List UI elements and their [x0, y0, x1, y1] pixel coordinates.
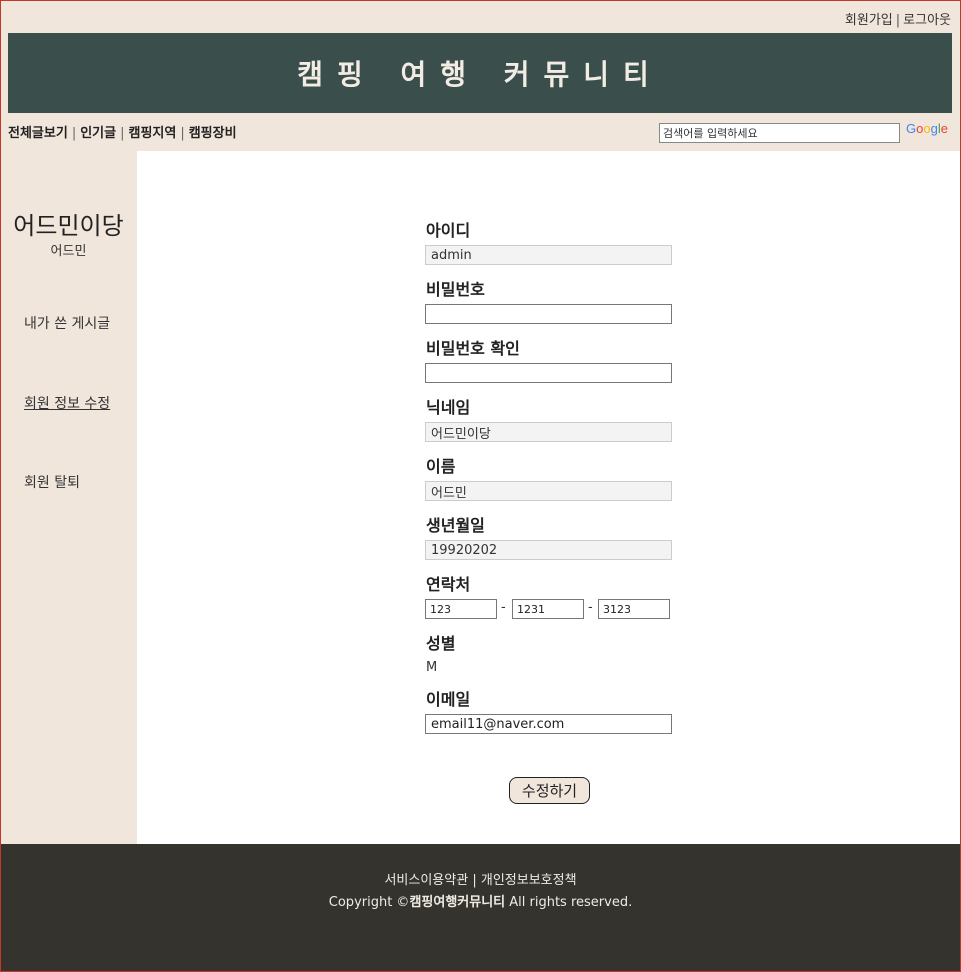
copyright-brand: 캠핑여행커뮤니티 [409, 895, 506, 910]
copyright-suffix: All rights reserved. [505, 895, 633, 910]
gender-value: M [426, 660, 438, 675]
footer-links: 서비스이용약관 | 개인정보보호정책 [0, 869, 961, 888]
site-footer: 서비스이용약관 | 개인정보보호정책 Copyright ©캠핑여행커뮤니티 A… [0, 844, 961, 972]
nav-popular[interactable]: 인기글 [80, 126, 116, 141]
google-logo-letter: g [930, 121, 938, 136]
name-label: 이름 [426, 457, 456, 476]
phone-label: 연락처 [426, 575, 471, 594]
phone-dash: - [501, 600, 506, 615]
separator: | [71, 126, 77, 141]
site-title[interactable]: 캠핑 여행 커뮤니티 [297, 53, 663, 93]
separator: | [472, 873, 477, 888]
profile-nickname: 어드민이당 [13, 212, 124, 240]
google-logo-letter: o [923, 121, 931, 136]
gender-label: 성별 [426, 634, 456, 653]
google-search-logo[interactable]: Google [906, 121, 948, 136]
phone-field-1[interactable] [425, 599, 497, 619]
phone-dash: - [588, 600, 593, 615]
password-field[interactable] [425, 304, 672, 324]
nav-all-posts[interactable]: 전체글보기 [8, 126, 68, 141]
sidebar-item-withdraw[interactable]: 회원 탈퇴 [24, 472, 80, 492]
id-label: 아이디 [426, 221, 471, 240]
password-confirm-label: 비밀번호 확인 [426, 339, 520, 358]
privacy-link[interactable]: 개인정보보호정책 [481, 873, 577, 888]
phone-field-2[interactable] [512, 599, 584, 619]
phone-field-3[interactable] [598, 599, 670, 619]
nav-camping-gear[interactable]: 캠핑장비 [189, 126, 237, 141]
nav-camping-region[interactable]: 캠핑지역 [128, 126, 176, 141]
account-links: 회원가입 | 로그아웃 [845, 9, 951, 28]
submit-edit-button[interactable]: 수정하기 [509, 777, 590, 804]
separator: | [895, 13, 901, 28]
name-field[interactable] [425, 481, 672, 501]
birthdate-label: 생년월일 [426, 516, 485, 535]
site-header: 캠핑 여행 커뮤니티 [8, 33, 952, 113]
password-label: 비밀번호 [426, 280, 485, 299]
google-logo-letter: e [940, 121, 948, 136]
sidebar-item-edit-profile[interactable]: 회원 정보 수정 [24, 393, 110, 413]
copyright-text: Copyright ©캠핑여행커뮤니티 All rights reserved. [0, 891, 961, 910]
main-nav: 전체글보기 | 인기글 | 캠핑지역 | 캠핑장비 [8, 122, 237, 141]
nickname-label: 닉네임 [426, 398, 471, 417]
email-label: 이메일 [426, 690, 471, 709]
profile-name: 어드민 [50, 244, 87, 259]
nickname-field[interactable] [425, 422, 672, 442]
logout-link[interactable]: 로그아웃 [903, 13, 951, 28]
password-confirm-field[interactable] [425, 363, 672, 383]
sidebar-item-my-posts[interactable]: 내가 쓴 게시글 [24, 313, 110, 333]
email-field[interactable] [425, 714, 672, 734]
separator: | [180, 126, 185, 141]
signup-link[interactable]: 회원가입 [845, 13, 893, 28]
google-logo-letter: G [906, 121, 917, 136]
separator: | [120, 126, 125, 141]
search-input[interactable] [659, 123, 900, 143]
copyright-prefix: Copyright © [328, 895, 410, 910]
birthdate-field[interactable] [425, 540, 672, 560]
id-field[interactable] [425, 245, 672, 265]
terms-link[interactable]: 서비스이용약관 [384, 873, 468, 888]
